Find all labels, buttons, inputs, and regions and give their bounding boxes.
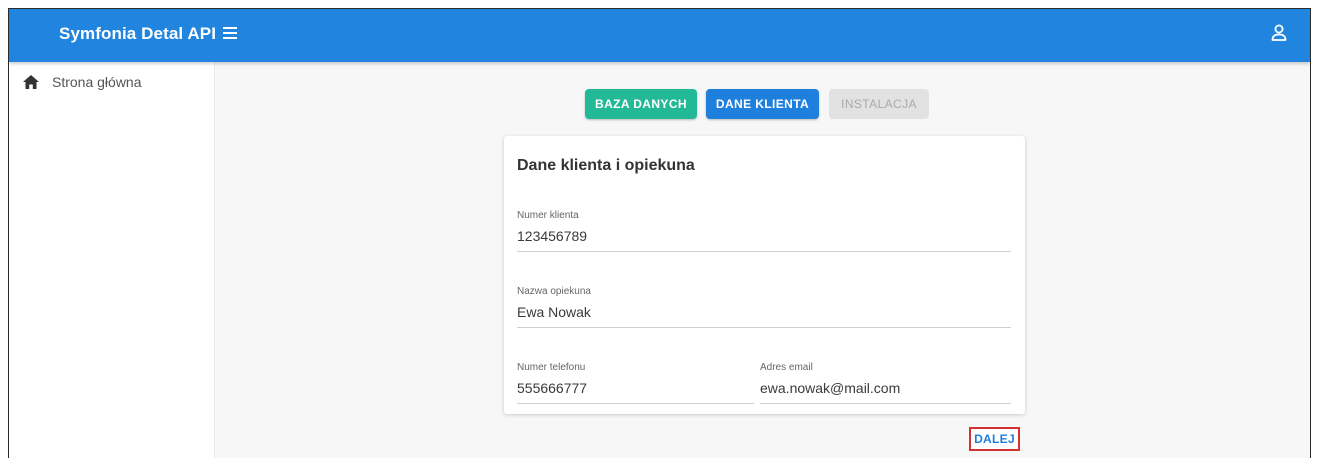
client-number-input[interactable]: 123456789 bbox=[517, 228, 1011, 252]
next-button[interactable]: DALEJ bbox=[969, 427, 1020, 451]
keeper-name-input[interactable]: Ewa Nowak bbox=[517, 304, 1011, 328]
step-database-button[interactable]: BAZA DANYCH bbox=[585, 89, 697, 119]
client-form-card: Dane klienta i opiekuna Numer klienta 12… bbox=[504, 136, 1025, 414]
keeper-name-field[interactable]: Nazwa opiekuna Ewa Nowak bbox=[517, 286, 1011, 328]
phone-label: Numer telefonu bbox=[517, 362, 586, 373]
email-input[interactable]: ewa.nowak@mail.com bbox=[760, 380, 1011, 404]
step-installation-button: INSTALACJA bbox=[829, 89, 929, 119]
keeper-name-label: Nazwa opiekuna bbox=[517, 286, 591, 297]
email-label: Adres email bbox=[760, 362, 813, 373]
phone-field[interactable]: Numer telefonu 555666777 bbox=[517, 362, 754, 404]
client-number-field[interactable]: Numer klienta 123456789 bbox=[517, 210, 1011, 252]
sidebar: Strona główna bbox=[9, 62, 215, 458]
home-icon bbox=[23, 75, 39, 89]
app-window: Symfonia Detal API Strona główna BAZA DA… bbox=[8, 8, 1311, 458]
form-title: Dane klienta i opiekuna bbox=[517, 157, 695, 174]
user-account-icon[interactable] bbox=[1270, 23, 1288, 43]
client-number-label: Numer klienta bbox=[517, 210, 579, 221]
app-bar: Symfonia Detal API bbox=[9, 9, 1310, 62]
email-field[interactable]: Adres email ewa.nowak@mail.com bbox=[760, 362, 1011, 404]
sidebar-item-home[interactable]: Strona główna bbox=[23, 74, 142, 90]
sidebar-item-label: Strona główna bbox=[52, 74, 142, 90]
hamburger-menu-icon[interactable] bbox=[223, 27, 237, 39]
app-title: Symfonia Detal API bbox=[59, 24, 217, 43]
step-client-data-button[interactable]: DANE KLIENTA bbox=[706, 89, 819, 119]
phone-input[interactable]: 555666777 bbox=[517, 380, 754, 404]
